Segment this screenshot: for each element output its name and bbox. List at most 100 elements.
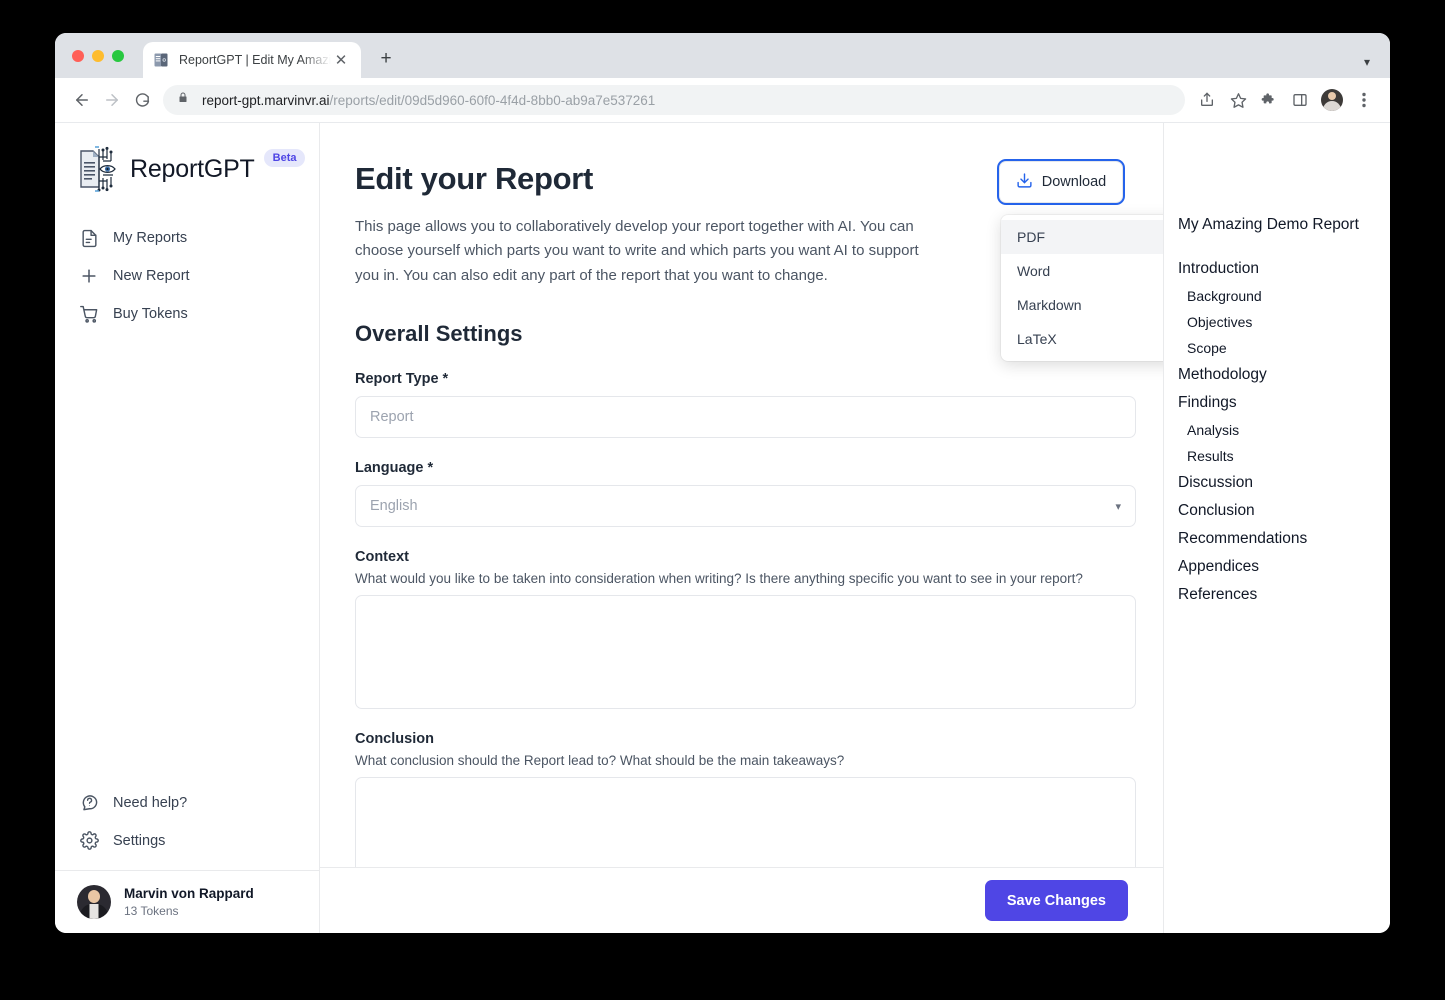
outline-item-scope[interactable]: Scope — [1178, 340, 1370, 356]
outline-item-recommendations[interactable]: Recommendations — [1178, 530, 1370, 548]
field-conclusion: Conclusion What conclusion should the Re… — [355, 731, 1123, 867]
lock-icon — [177, 91, 191, 109]
reportgpt-logo-icon — [77, 145, 119, 193]
download-menu-item-label: Markdown — [1017, 297, 1082, 313]
address-bar[interactable]: report-gpt.marvinvr.ai/reports/edit/09d5… — [163, 85, 1185, 115]
field-help-text: What would you like to be taken into con… — [355, 571, 1123, 586]
sidebar-item-need-help[interactable]: Need help? — [69, 784, 305, 822]
page-intro-text: This page allows you to collaboratively … — [355, 215, 940, 288]
brand-name: ReportGPT — [130, 155, 255, 184]
download-menu-item-label: PDF — [1017, 229, 1045, 245]
browser-tab-strip: ReportGPT | Edit My Amazing ✕ + ▾ — [55, 33, 1390, 78]
field-label: Context — [355, 549, 1123, 565]
main-column: Edit your Report This page allows you to… — [320, 123, 1164, 933]
user-tokens: 13 Tokens — [124, 903, 254, 919]
field-language: Language * English ▾ — [355, 460, 1123, 527]
sidebar-item-buy-tokens[interactable]: Buy Tokens — [69, 295, 305, 333]
outline-item-background[interactable]: Background — [1178, 288, 1370, 304]
download-menu-item-label: LaTeX — [1017, 331, 1057, 347]
user-name: Marvin von Rappard — [124, 885, 254, 903]
download-menu-item-word[interactable]: Word — [1001, 254, 1163, 288]
download-menu-item-pdf[interactable]: PDF — [1001, 220, 1163, 254]
side-panel-icon[interactable] — [1286, 86, 1314, 114]
sidebar-item-label: Need help? — [113, 795, 187, 811]
address-bar-path: /reports/edit/09d5d960-60f0-4f4d-8bb0-ab… — [330, 93, 656, 108]
address-bar-text: report-gpt.marvinvr.ai/reports/edit/09d5… — [202, 93, 655, 108]
minimize-window-button[interactable] — [92, 50, 104, 62]
sidebar-user-card[interactable]: Marvin von Rappard 13 Tokens — [55, 870, 319, 933]
reportgpt-favicon — [153, 52, 169, 68]
conclusion-textarea[interactable] — [355, 777, 1136, 867]
window-traffic-lights — [72, 50, 124, 62]
download-button-label: Download — [1042, 174, 1107, 190]
report-type-input[interactable]: Report — [355, 396, 1136, 438]
report-outline-panel: My Amazing Demo Report Introduction Back… — [1164, 123, 1390, 933]
field-context: Context What would you like to be taken … — [355, 549, 1123, 709]
document-icon — [79, 228, 99, 248]
extensions-puzzle-icon[interactable] — [1255, 86, 1283, 114]
page-content: ReportGPT Beta My Reports — [55, 123, 1390, 933]
outline-item-references[interactable]: References — [1178, 586, 1370, 604]
outline-item-findings[interactable]: Findings — [1178, 394, 1370, 412]
language-select[interactable]: English ▾ — [355, 485, 1136, 527]
outline-item-methodology[interactable]: Methodology — [1178, 366, 1370, 384]
main-footer: Save Changes — [320, 867, 1163, 933]
sidebar-nav: My Reports New Report — [55, 219, 319, 333]
help-chat-icon — [79, 793, 99, 813]
download-format-menu: PDF Word Markdown LaTeX — [1001, 215, 1163, 361]
maximize-window-button[interactable] — [112, 50, 124, 62]
field-help-text: What conclusion should the Report lead t… — [355, 753, 1123, 768]
outline-item-results[interactable]: Results — [1178, 448, 1370, 464]
outline-item-objectives[interactable]: Objectives — [1178, 314, 1370, 330]
brand-header[interactable]: ReportGPT Beta — [55, 145, 319, 193]
main-scroll-area: Edit your Report This page allows you to… — [320, 123, 1163, 867]
context-textarea[interactable] — [355, 595, 1136, 709]
report-title: My Amazing Demo Report — [1178, 216, 1370, 234]
sidebar-item-new-report[interactable]: New Report — [69, 257, 305, 295]
download-button[interactable]: Download — [999, 161, 1123, 203]
field-label: Conclusion — [355, 731, 1123, 747]
field-label: Report Type * — [355, 371, 1123, 387]
plus-icon — [79, 266, 99, 286]
field-label: Language * — [355, 460, 1123, 476]
download-menu-item-markdown[interactable]: Markdown — [1001, 288, 1163, 322]
avatar — [77, 885, 111, 919]
sidebar-item-label: New Report — [113, 268, 190, 284]
sidebar-item-label: My Reports — [113, 230, 187, 246]
outline-item-appendices[interactable]: Appendices — [1178, 558, 1370, 576]
download-menu-item-latex[interactable]: LaTeX — [1001, 322, 1163, 356]
outline-item-discussion[interactable]: Discussion — [1178, 474, 1370, 492]
save-changes-button[interactable]: Save Changes — [985, 880, 1128, 921]
forward-arrow-icon[interactable] — [97, 85, 127, 115]
outline-item-conclusion[interactable]: Conclusion — [1178, 502, 1370, 520]
share-icon[interactable] — [1193, 86, 1221, 114]
beta-badge: Beta — [264, 149, 306, 167]
download-control: Download PDF Word Markdown LaT — [999, 161, 1123, 203]
close-icon[interactable]: ✕ — [331, 50, 351, 70]
address-bar-domain: report-gpt.marvinvr.ai — [202, 93, 330, 108]
outline-item-analysis[interactable]: Analysis — [1178, 422, 1370, 438]
download-icon — [1016, 172, 1033, 193]
plus-icon[interactable]: + — [373, 45, 399, 71]
chevron-down-icon[interactable]: ▾ — [1364, 55, 1370, 69]
field-report-type: Report Type * Report — [355, 371, 1123, 438]
close-window-button[interactable] — [72, 50, 84, 62]
sidebar-item-my-reports[interactable]: My Reports — [69, 219, 305, 257]
browser-window: ReportGPT | Edit My Amazing ✕ + ▾ — [55, 33, 1390, 933]
app-sidebar: ReportGPT Beta My Reports — [55, 123, 320, 933]
sidebar-item-label: Settings — [113, 833, 165, 849]
sidebar-item-settings[interactable]: Settings — [69, 822, 305, 860]
chevron-down-icon: ▾ — [1115, 500, 1121, 513]
bookmark-star-icon[interactable] — [1224, 86, 1252, 114]
shopping-cart-icon — [79, 304, 99, 324]
browser-toolbar: report-gpt.marvinvr.ai/reports/edit/09d5… — [55, 78, 1390, 123]
back-arrow-icon[interactable] — [67, 85, 97, 115]
profile-avatar-icon[interactable] — [1321, 89, 1343, 111]
kebab-menu-icon[interactable] — [1350, 86, 1378, 114]
browser-tab-title: ReportGPT | Edit My Amazing — [179, 53, 331, 67]
download-menu-item-label: Word — [1017, 263, 1050, 279]
outline-item-introduction[interactable]: Introduction — [1178, 260, 1370, 278]
reload-icon[interactable] — [127, 85, 157, 115]
browser-tab[interactable]: ReportGPT | Edit My Amazing ✕ — [143, 42, 361, 78]
toolbar-icons — [1193, 86, 1378, 114]
